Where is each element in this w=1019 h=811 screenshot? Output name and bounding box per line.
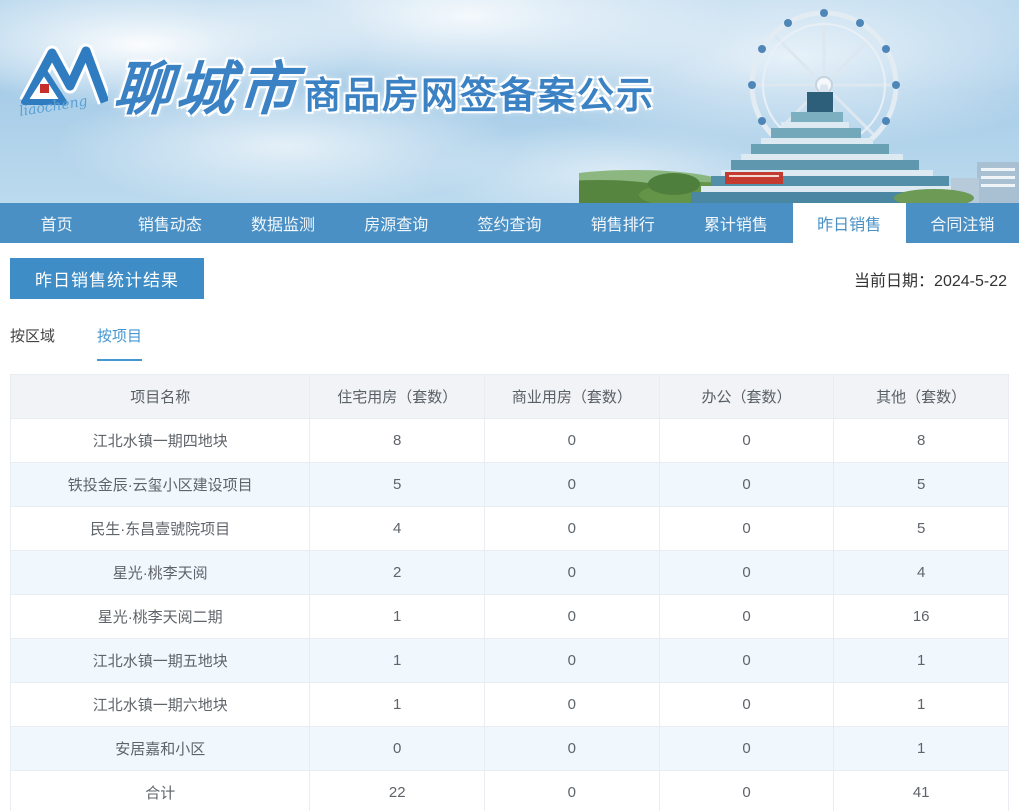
- residential-count-cell: 1: [309, 638, 486, 683]
- office-count-cell: 0: [658, 726, 835, 771]
- column-header-1: 项目名称: [9, 374, 311, 419]
- residential-count-cell: 2: [309, 550, 486, 595]
- column-header-2: 住宅用房（套数）: [309, 374, 486, 419]
- sales-stats-table: 项目名称 住宅用房（套数） 商业用房（套数） 办公（套数） 其他（套数） 江北水镇一期四…: [9, 374, 1009, 811]
- nav-item-3[interactable]: 数据监测: [226, 203, 339, 243]
- other-count-cell: 4: [833, 550, 1009, 595]
- column-header-3: 商业用房（套数）: [484, 374, 660, 419]
- table-row-7: 江北水镇一期六地块 1 0 0 1: [9, 682, 1009, 727]
- city-name: 聊城市: [111, 55, 303, 123]
- table-row-3: 民生·东昌壹號院项目 4 0 0 5: [9, 506, 1009, 551]
- office-count-cell: 0: [658, 550, 835, 595]
- main-nav: 首页 销售动态 数据监测 房源查询 签约查询 销售排行 累计销售 昨日销售 合同注销: [0, 203, 1019, 243]
- table-row-5: 星光·桃李天阅二期 1 0 0 16: [9, 594, 1009, 639]
- column-header-4: 办公（套数）: [658, 374, 835, 419]
- commercial-count-cell: 0: [484, 682, 660, 727]
- column-header-5: 其他（套数）: [833, 374, 1009, 419]
- current-date-value: 2024-5-22: [934, 273, 1007, 290]
- table-row-1: 江北水镇一期四地块 8 0 0 8: [9, 418, 1009, 463]
- current-date-label: 当前日期：: [854, 273, 935, 290]
- residential-count-cell: 22: [309, 770, 486, 811]
- project-name-cell: 江北水镇一期五地块: [9, 638, 311, 683]
- residential-count-cell: 1: [309, 682, 486, 727]
- office-count-cell: 0: [658, 638, 835, 683]
- office-count-cell: 0: [658, 506, 835, 551]
- filter-tab-1[interactable]: 按区域: [10, 325, 55, 361]
- liaocheng-logo-icon: liaocheng: [18, 43, 108, 120]
- other-count-cell: 5: [833, 462, 1009, 507]
- brand: liaocheng 聊城市 商品房网签备案公示: [16, 40, 655, 123]
- office-count-cell: 0: [658, 462, 835, 507]
- commercial-count-cell: 0: [484, 506, 660, 551]
- commercial-count-cell: 0: [484, 594, 660, 639]
- other-count-cell: 1: [833, 726, 1009, 771]
- site-banner: liaocheng 聊城市 商品房网签备案公示: [0, 0, 1019, 203]
- project-name-cell: 民生·东昌壹號院项目: [9, 506, 311, 551]
- content: 昨日销售统计结果 当前日期：2024-5-22 按区域 按项目 项目名称 住宅用房（…: [0, 243, 1019, 811]
- office-count-cell: 0: [658, 418, 835, 463]
- other-count-cell: 41: [833, 770, 1009, 811]
- table-row-6: 江北水镇一期五地块 1 0 0 1: [9, 638, 1009, 683]
- commercial-count-cell: 0: [484, 550, 660, 595]
- nav-item-9[interactable]: 合同注销: [906, 203, 1019, 243]
- nav-item-8[interactable]: 昨日销售: [792, 203, 906, 243]
- other-count-cell: 1: [833, 638, 1009, 683]
- commercial-count-cell: 0: [484, 726, 660, 771]
- commercial-count-cell: 0: [484, 638, 660, 683]
- residential-count-cell: 1: [309, 594, 486, 639]
- project-name-cell: 江北水镇一期六地块: [9, 682, 311, 727]
- total-row: 合计 22 0 0 41: [9, 770, 1009, 811]
- nav-item-6[interactable]: 销售排行: [566, 203, 679, 243]
- project-name-cell: 星光·桃李天阅二期: [9, 594, 311, 639]
- office-count-cell: 0: [658, 594, 835, 639]
- project-name-cell: 铁投金辰·云玺小区建设项目: [9, 462, 311, 507]
- nav-item-7[interactable]: 累计销售: [679, 203, 792, 243]
- nav-item-5[interactable]: 签约查询: [453, 203, 566, 243]
- commercial-count-cell: 0: [484, 770, 660, 811]
- office-count-cell: 0: [658, 682, 835, 727]
- banner-photo-ferris-wheel: [579, 9, 1019, 203]
- other-count-cell: 8: [833, 418, 1009, 463]
- office-count-cell: 0: [658, 770, 835, 811]
- project-name-cell: 星光·桃李天阅: [9, 550, 311, 595]
- page-title: 昨日销售统计结果: [10, 258, 204, 299]
- table-row-4: 星光·桃李天阅 2 0 0 4: [9, 550, 1009, 595]
- other-count-cell: 1: [833, 682, 1009, 727]
- residential-count-cell: 0: [309, 726, 486, 771]
- filter-tab-2[interactable]: 按项目: [97, 325, 143, 361]
- residential-count-cell: 5: [309, 462, 486, 507]
- nav-item-4[interactable]: 房源查询: [340, 203, 453, 243]
- filter-tabs: 按区域 按项目: [10, 325, 1019, 361]
- table-row-2: 铁投金辰·云玺小区建设项目 5 0 0 5: [9, 462, 1009, 507]
- project-name-cell: 安居嘉和小区: [9, 726, 311, 771]
- other-count-cell: 16: [833, 594, 1009, 639]
- commercial-count-cell: 0: [484, 418, 660, 463]
- commercial-count-cell: 0: [484, 462, 660, 507]
- project-name-cell: 江北水镇一期四地块: [9, 418, 311, 463]
- nav-item-2[interactable]: 销售动态: [113, 203, 226, 243]
- table-header-row: 项目名称 住宅用房（套数） 商业用房（套数） 办公（套数） 其他（套数）: [9, 374, 1009, 419]
- current-date: 当前日期：2024-5-22: [854, 267, 1007, 291]
- project-name-cell: 合计: [9, 770, 311, 811]
- nav-item-1[interactable]: 首页: [0, 203, 113, 243]
- residential-count-cell: 4: [309, 506, 486, 551]
- residential-count-cell: 8: [309, 418, 486, 463]
- other-count-cell: 5: [833, 506, 1009, 551]
- page: liaocheng 聊城市 商品房网签备案公示 首页 销售动态 数据监测 房源查…: [0, 0, 1019, 811]
- table-row-8: 安居嘉和小区 0 0 0 1: [9, 726, 1009, 771]
